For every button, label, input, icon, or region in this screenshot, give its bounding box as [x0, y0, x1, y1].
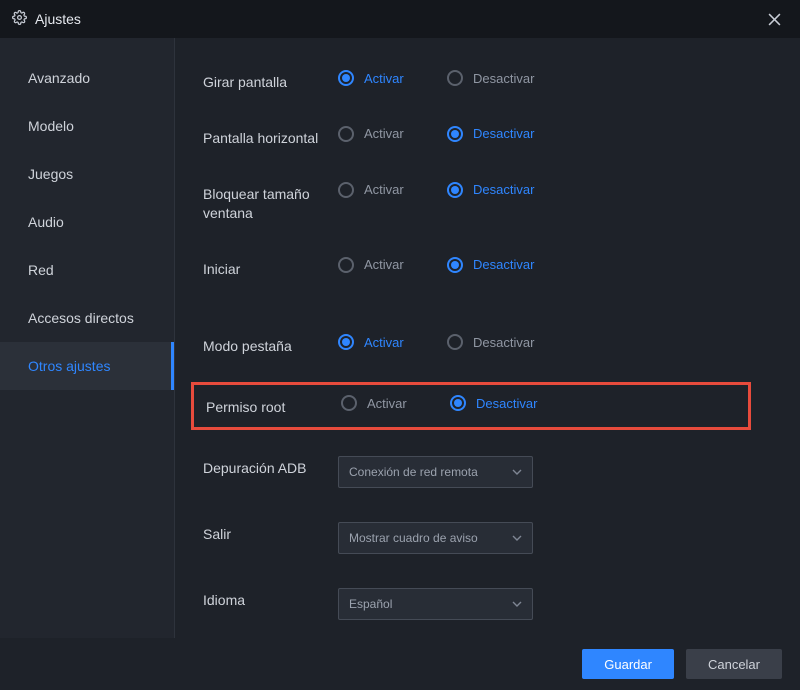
setting-adb-debug: Depuración ADB Conexión de red remota — [203, 448, 784, 496]
sidebar-item-label: Avanzado — [28, 70, 90, 86]
sidebar-item-label: Modelo — [28, 118, 74, 134]
close-button[interactable] — [760, 5, 788, 33]
radio-label: Desactivar — [473, 182, 534, 197]
radio-label: Desactivar — [473, 257, 534, 272]
setting-label: Permiso root — [206, 395, 341, 417]
settings-content: Girar pantalla Activar Desactivar Pantal… — [175, 38, 800, 638]
radio-label: Activar — [364, 257, 404, 272]
setting-label: Girar pantalla — [203, 70, 338, 92]
radio-desactivar[interactable]: Desactivar — [447, 70, 534, 86]
sidebar-item-audio[interactable]: Audio — [0, 198, 174, 246]
radio-desactivar[interactable]: Desactivar — [450, 395, 537, 411]
footer: Guardar Cancelar — [0, 638, 800, 690]
sidebar-item-label: Otros ajustes — [28, 358, 110, 374]
setting-tab-mode: Modo pestaña Activar Desactivar — [203, 326, 784, 364]
close-icon — [768, 13, 781, 26]
radio-label: Desactivar — [473, 71, 534, 86]
sidebar-item-label: Juegos — [28, 166, 73, 182]
radio-label: Desactivar — [473, 126, 534, 141]
radio-icon — [341, 395, 357, 411]
setting-label: Depuración ADB — [203, 456, 338, 478]
sidebar-item-label: Accesos directos — [28, 310, 134, 326]
dropdown-value: Mostrar cuadro de aviso — [349, 531, 478, 545]
setting-rotate-screen: Girar pantalla Activar Desactivar — [203, 62, 784, 100]
cancel-button[interactable]: Cancelar — [686, 649, 782, 679]
radio-activar[interactable]: Activar — [338, 257, 423, 273]
dropdown-value: Conexión de red remota — [349, 465, 478, 479]
sidebar-item-otros-ajustes[interactable]: Otros ajustes — [0, 342, 174, 390]
setting-label: Iniciar — [203, 257, 338, 279]
sidebar-item-avanzado[interactable]: Avanzado — [0, 54, 174, 102]
dropdown-value: Español — [349, 597, 392, 611]
sidebar-item-modelo[interactable]: Modelo — [0, 102, 174, 150]
radio-desactivar[interactable]: Desactivar — [447, 182, 534, 198]
radio-label: Activar — [367, 396, 407, 411]
setting-root-permission: Permiso root Activar Desactivar — [206, 395, 738, 417]
radio-activar[interactable]: Activar — [338, 126, 423, 142]
radio-icon — [338, 70, 354, 86]
setting-label: Salir — [203, 522, 338, 544]
radio-label: Desactivar — [473, 335, 534, 350]
adb-debug-dropdown[interactable]: Conexión de red remota — [338, 456, 533, 488]
setting-language: Idioma Español — [203, 580, 784, 628]
radio-icon — [447, 70, 463, 86]
language-dropdown[interactable]: Español — [338, 588, 533, 620]
radio-label: Activar — [364, 126, 404, 141]
setting-label: Bloquear tamaño ventana — [203, 182, 338, 223]
radio-label: Desactivar — [476, 396, 537, 411]
setting-label: Pantalla horizontal — [203, 126, 338, 148]
radio-icon — [338, 182, 354, 198]
radio-icon — [447, 257, 463, 273]
radio-icon — [447, 126, 463, 142]
radio-label: Activar — [364, 182, 404, 197]
sidebar-item-accesos-directos[interactable]: Accesos directos — [0, 294, 174, 342]
radio-label: Activar — [364, 71, 404, 86]
sidebar-item-label: Red — [28, 262, 54, 278]
setting-start: Iniciar Activar Desactivar — [203, 249, 784, 287]
radio-activar[interactable]: Activar — [338, 334, 423, 350]
radio-activar[interactable]: Activar — [338, 70, 423, 86]
highlight-root-permission: Permiso root Activar Desactivar — [191, 382, 751, 430]
chevron-down-icon — [512, 599, 522, 609]
save-button[interactable]: Guardar — [582, 649, 674, 679]
chevron-down-icon — [512, 533, 522, 543]
radio-desactivar[interactable]: Desactivar — [447, 334, 534, 350]
radio-label: Activar — [364, 335, 404, 350]
sidebar-item-juegos[interactable]: Juegos — [0, 150, 174, 198]
sidebar-item-label: Audio — [28, 214, 64, 230]
chevron-down-icon — [512, 467, 522, 477]
window-title: Ajustes — [35, 11, 81, 27]
setting-label: Modo pestaña — [203, 334, 338, 356]
radio-icon — [447, 182, 463, 198]
sidebar-item-red[interactable]: Red — [0, 246, 174, 294]
exit-dropdown[interactable]: Mostrar cuadro de aviso — [338, 522, 533, 554]
radio-desactivar[interactable]: Desactivar — [447, 257, 534, 273]
radio-activar[interactable]: Activar — [338, 182, 423, 198]
radio-activar[interactable]: Activar — [341, 395, 426, 411]
radio-icon — [338, 334, 354, 350]
setting-lock-window-size: Bloquear tamaño ventana Activar Desactiv… — [203, 174, 784, 231]
radio-icon — [338, 126, 354, 142]
radio-desactivar[interactable]: Desactivar — [447, 126, 534, 142]
setting-label: Idioma — [203, 588, 338, 610]
titlebar: Ajustes — [0, 0, 800, 38]
radio-icon — [338, 257, 354, 273]
setting-horizontal-screen: Pantalla horizontal Activar Desactivar — [203, 118, 784, 156]
setting-exit: Salir Mostrar cuadro de aviso — [203, 514, 784, 562]
radio-icon — [447, 334, 463, 350]
sidebar: Avanzado Modelo Juegos Audio Red Accesos… — [0, 38, 175, 638]
radio-icon — [450, 395, 466, 411]
gear-icon — [12, 10, 27, 28]
